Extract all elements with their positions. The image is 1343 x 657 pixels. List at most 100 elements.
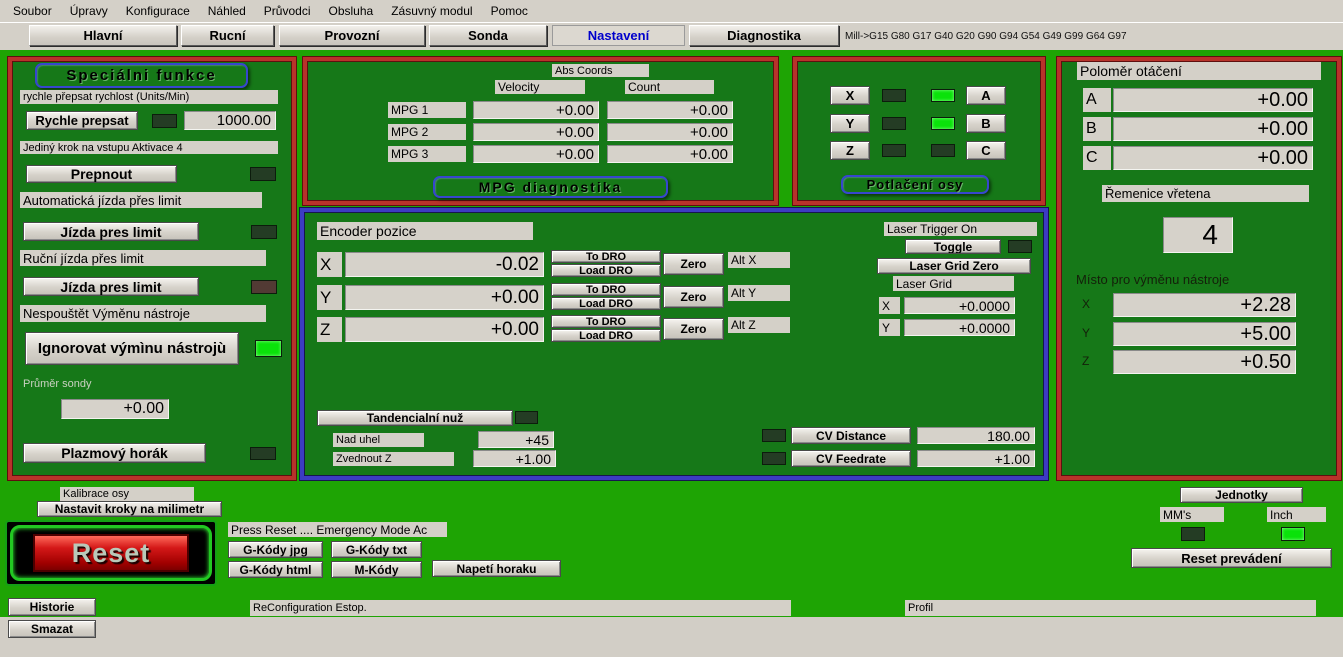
axis-y-button[interactable]: Y xyxy=(830,114,870,133)
rapid-override-value[interactable]: 1000.00 xyxy=(184,111,276,130)
ignore-toolchange-led xyxy=(255,340,282,357)
menu-config[interactable]: Konfigurace xyxy=(117,2,199,20)
reset-button[interactable]: Reset xyxy=(33,534,189,572)
special-functions-title: Speciálni funkce xyxy=(35,63,248,88)
velocity-header: Velocity xyxy=(495,80,585,94)
manual-limit-label: Ruční jízda přes limit xyxy=(20,250,266,266)
axis-c-button[interactable]: C xyxy=(966,141,1006,160)
tangential-knife-button[interactable]: Tandencialní nuž xyxy=(317,410,513,426)
rotation-radius-title: Poloměr otáčení xyxy=(1077,62,1321,80)
inch-units-led xyxy=(1281,527,1305,541)
ignore-toolchange-button[interactable]: Ignorovat výmìnu nástrojù xyxy=(25,332,239,365)
gcode-txt-button[interactable]: G-Kódy txt xyxy=(331,541,422,558)
laser-toggle-button[interactable]: Toggle xyxy=(905,239,1001,254)
mpg3-velocity-value[interactable]: +0.00 xyxy=(473,145,599,163)
mpg2-velocity-value[interactable]: +0.00 xyxy=(473,123,599,141)
plasma-torch-led xyxy=(250,447,276,460)
cv-distance-value[interactable]: 180.00 xyxy=(917,427,1035,444)
menu-edit[interactable]: Úpravy xyxy=(61,2,117,20)
axis-b-button[interactable]: B xyxy=(966,114,1006,133)
encoder-z-value[interactable]: +0.00 xyxy=(345,317,544,342)
cv-distance-button[interactable]: CV Distance xyxy=(791,427,911,444)
laser-grid-x-value[interactable]: +0.0000 xyxy=(904,297,1015,314)
tab-diagnostika[interactable]: Diagnostika xyxy=(689,25,839,46)
gcode-modal-status: Mill->G15 G80 G17 G40 G20 G90 G94 G54 G4… xyxy=(845,31,1127,42)
toolchange-x-value[interactable]: +2.28 xyxy=(1113,293,1296,317)
axis-z-button[interactable]: Z xyxy=(830,141,870,160)
auto-limit-override-button[interactable]: Jízda pres limit xyxy=(23,222,199,241)
menu-bar: Soubor Úpravy Konfigurace Náhled Průvodc… xyxy=(0,0,1343,23)
menu-operator[interactable]: Obsluha xyxy=(319,2,382,20)
toolchange-z-label: Z xyxy=(1079,354,1097,368)
menu-help[interactable]: Pomoc xyxy=(482,2,537,20)
manual-limit-led xyxy=(251,280,277,294)
encoder-z-to-dro-button[interactable]: To DRO xyxy=(551,315,661,328)
manual-limit-override-button[interactable]: Jízda pres limit xyxy=(23,277,199,296)
encoder-x-zero-button[interactable]: Zero xyxy=(663,253,724,275)
special-functions-panel: Speciálni funkce rychle přepsat rychlost… xyxy=(8,57,296,480)
units-button[interactable]: Jednotky xyxy=(1180,487,1303,503)
mpg3-label: MPG 3 xyxy=(388,146,466,162)
knife-angle-value[interactable]: +45 xyxy=(478,431,554,448)
count-header: Count xyxy=(625,80,714,94)
set-steps-per-mm-button[interactable]: Nastavit kroky na milimetr xyxy=(37,501,222,517)
mpg-diagnostics-button[interactable]: MPG diagnostika xyxy=(433,176,668,198)
axis-y-led xyxy=(882,117,906,130)
encoder-y-value[interactable]: +0.00 xyxy=(345,285,544,310)
knife-angle-label: Nad uhel xyxy=(333,433,424,447)
cv-feedrate-button[interactable]: CV Feedrate xyxy=(791,450,911,467)
spindle-pulley-value[interactable]: 4 xyxy=(1163,217,1233,253)
axis-a-button[interactable]: A xyxy=(966,86,1006,105)
rotation-b-value[interactable]: +0.00 xyxy=(1113,117,1313,141)
encoder-y-to-dro-button[interactable]: To DRO xyxy=(551,283,661,296)
axis-x-button[interactable]: X xyxy=(830,86,870,105)
history-button[interactable]: Historie xyxy=(8,598,96,616)
encoder-panel: Encoder pozice X -0.02 To DRO Load DRO Z… xyxy=(300,208,1048,480)
toolchange-z-value[interactable]: +0.50 xyxy=(1113,350,1296,374)
torch-voltage-button[interactable]: Napetí horaku xyxy=(432,560,561,577)
menu-view[interactable]: Náhled xyxy=(199,2,255,20)
toggle-button[interactable]: Prepnout xyxy=(26,165,177,183)
tab-bar: Hlavní Rucní Provozní Sonda Nastavení Di… xyxy=(0,23,1343,50)
gcode-html-button[interactable]: G-Kódy html xyxy=(228,561,323,578)
tab-provozni[interactable]: Provozní xyxy=(279,25,425,46)
mpg1-velocity-value[interactable]: +0.00 xyxy=(473,101,599,119)
clear-button[interactable]: Smazat xyxy=(8,620,96,638)
encoder-y-label: Y xyxy=(317,285,342,310)
mpg-panel: Abs Coords Velocity Count MPG 1 +0.00 +0… xyxy=(303,57,778,205)
laser-grid-zero-button[interactable]: Laser Grid Zero xyxy=(877,258,1031,274)
encoder-z-load-dro-button[interactable]: Load DRO xyxy=(551,329,661,342)
encoder-x-label: X xyxy=(317,252,342,277)
encoder-x-load-dro-button[interactable]: Load DRO xyxy=(551,264,661,277)
tab-hlavni[interactable]: Hlavní xyxy=(29,25,177,46)
encoder-x-to-dro-button[interactable]: To DRO xyxy=(551,250,661,263)
laser-grid-y-value[interactable]: +0.0000 xyxy=(904,319,1015,336)
mpg1-count-value[interactable]: +0.00 xyxy=(607,101,733,119)
menu-file[interactable]: Soubor xyxy=(4,2,61,20)
probe-diameter-value[interactable]: +0.00 xyxy=(61,399,169,419)
menu-wizards[interactable]: Průvodci xyxy=(255,2,320,20)
reset-conversion-button[interactable]: Reset prevádení xyxy=(1131,548,1332,568)
tab-sonda[interactable]: Sonda xyxy=(429,25,547,46)
encoder-x-value[interactable]: -0.02 xyxy=(345,252,544,277)
mpg3-count-value[interactable]: +0.00 xyxy=(607,145,733,163)
reset-frame: Reset xyxy=(5,520,217,586)
rapid-override-button[interactable]: Rychle prepsat xyxy=(26,111,138,130)
plasma-torch-button[interactable]: Plazmový horák xyxy=(23,443,206,463)
menu-plugin[interactable]: Zásuvný modul xyxy=(382,2,481,20)
encoder-y-zero-button[interactable]: Zero xyxy=(663,286,724,308)
encoder-z-zero-button[interactable]: Zero xyxy=(663,318,724,340)
mcode-button[interactable]: M-Kódy xyxy=(331,561,422,578)
rotation-a-value[interactable]: +0.00 xyxy=(1113,88,1313,112)
mpg2-count-value[interactable]: +0.00 xyxy=(607,123,733,141)
toolchange-y-value[interactable]: +5.00 xyxy=(1113,322,1296,346)
tab-nastaveni[interactable]: Nastavení xyxy=(552,25,685,46)
cv-feedrate-value[interactable]: +1.00 xyxy=(917,450,1035,467)
encoder-title: Encoder pozice xyxy=(317,222,533,240)
tab-rucni[interactable]: Rucní xyxy=(181,25,274,46)
knife-lift-z-value[interactable]: +1.00 xyxy=(473,450,556,467)
laser-trigger-label: Laser Trigger On xyxy=(884,222,1037,236)
rotation-c-value[interactable]: +0.00 xyxy=(1113,146,1313,170)
encoder-y-load-dro-button[interactable]: Load DRO xyxy=(551,297,661,310)
gcode-jpg-button[interactable]: G-Kódy jpg xyxy=(228,541,323,558)
